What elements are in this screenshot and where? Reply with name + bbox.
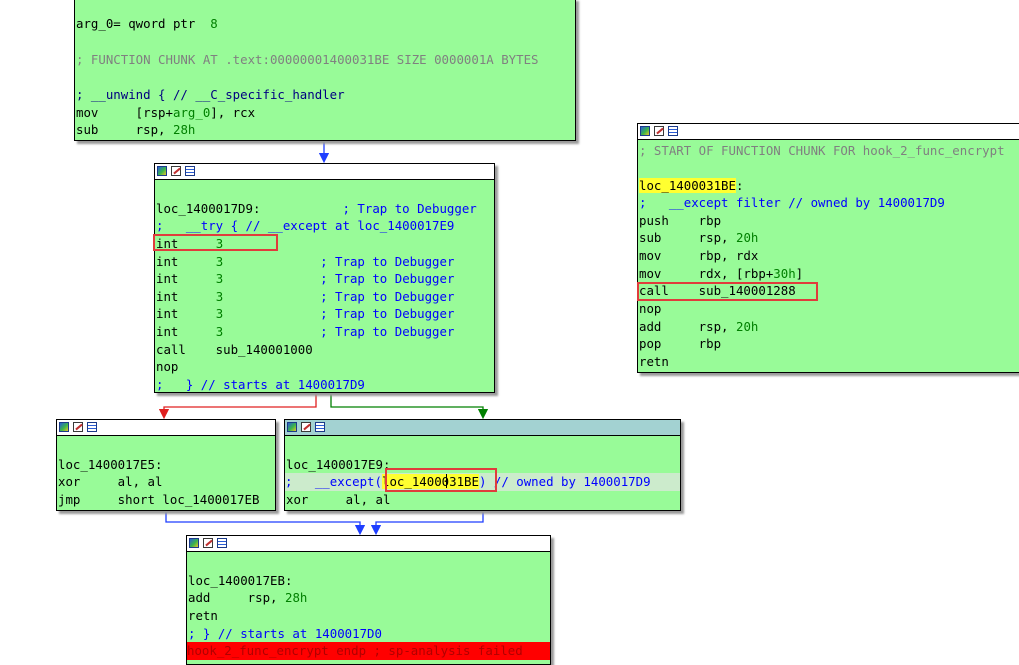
instr-mov[interactable]: mov [rsp+arg_0], rcx bbox=[76, 104, 255, 122]
instr-int3-5[interactable]: int 3 ; Trap to Debugger bbox=[156, 305, 454, 323]
label-loc-1400017EB[interactable]: loc_1400017EB: bbox=[188, 572, 292, 590]
block-loc-1400017E9[interactable]: loc_1400017E9: ; __except(loc_1400031BE)… bbox=[284, 419, 681, 511]
arg0-declaration: arg_0= qword ptr 8 bbox=[76, 16, 218, 31]
instr-retn[interactable]: retn bbox=[188, 607, 218, 625]
edge-e9-to-eb bbox=[370, 511, 484, 536]
unwind-end-comment: ; } // starts at 1400017D0 bbox=[188, 626, 382, 641]
chunk-start-comment: ; START OF FUNCTION CHUNK FOR hook_2_fun… bbox=[639, 143, 1005, 158]
instr-xor-al[interactable]: xor al, al bbox=[286, 491, 390, 509]
edge-try-to-e5 bbox=[158, 393, 317, 420]
block-header bbox=[155, 164, 494, 180]
graph-color-icon[interactable] bbox=[59, 422, 69, 432]
text-cursor bbox=[446, 474, 447, 488]
try-end-comment: ; } // starts at 1400017D9 bbox=[156, 377, 365, 392]
listing-icon[interactable] bbox=[315, 422, 325, 432]
instr-retn[interactable]: retn bbox=[639, 353, 669, 371]
block-loc-1400017D9[interactable]: loc_1400017D9: ; Trap to Debugger ; __tr… bbox=[154, 163, 495, 393]
block-header bbox=[57, 420, 275, 436]
edit-icon[interactable] bbox=[203, 538, 213, 548]
instr-add-rsp[interactable]: add rsp, 20h bbox=[639, 318, 758, 336]
instr-int3-2[interactable]: int 3 ; Trap to Debugger bbox=[156, 253, 454, 271]
edit-icon[interactable] bbox=[654, 126, 664, 136]
block-function-chunk-1400031BE[interactable]: ; START OF FUNCTION CHUNK FOR hook_2_fun… bbox=[637, 123, 1019, 373]
highlight-box-call-sub-140001288 bbox=[637, 282, 818, 301]
function-chunk-comment: ; FUNCTION CHUNK AT .text:00000001400031… bbox=[76, 52, 539, 67]
instr-jmp-short[interactable]: jmp short loc_1400017EB bbox=[58, 491, 259, 509]
try-comment: ; __try { // __except at loc_1400017E9 bbox=[156, 218, 455, 233]
graph-color-icon[interactable] bbox=[287, 422, 297, 432]
instr-push-rbp[interactable]: push rbp bbox=[639, 212, 721, 230]
edit-icon[interactable] bbox=[301, 422, 311, 432]
instr-xor-al[interactable]: xor al, al bbox=[58, 473, 162, 491]
instr-sub-rsp[interactable]: sub rsp, 20h bbox=[639, 229, 758, 247]
edit-icon[interactable] bbox=[171, 166, 181, 176]
listing-icon[interactable] bbox=[217, 538, 227, 548]
label-loc-1400017E9[interactable]: loc_1400017E9: bbox=[286, 456, 390, 474]
listing-icon[interactable] bbox=[185, 166, 195, 176]
graph-color-icon[interactable] bbox=[640, 126, 650, 136]
edge-e5-to-eb bbox=[165, 511, 366, 536]
except-filter-comment: ; __except filter // owned by 1400017D9 bbox=[639, 195, 945, 210]
listing-icon[interactable] bbox=[87, 422, 97, 432]
block-loc-1400017E5[interactable]: loc_1400017E5: xor al, al jmp short loc_… bbox=[56, 419, 276, 511]
listing-icon[interactable] bbox=[668, 126, 678, 136]
edit-icon[interactable] bbox=[73, 422, 83, 432]
instr-int3-3[interactable]: int 3 ; Trap to Debugger bbox=[156, 270, 454, 288]
highlight-box-except-target bbox=[385, 468, 497, 492]
highlight-box-int3 bbox=[153, 234, 278, 251]
endp-sp-analysis-failed[interactable]: hook_2_func_encrypt endp ; sp-analysis f… bbox=[187, 642, 550, 660]
graph-color-icon[interactable] bbox=[189, 538, 199, 548]
instr-sub[interactable]: sub rsp, 28h bbox=[76, 121, 195, 139]
graph-color-icon[interactable] bbox=[157, 166, 167, 176]
block-function-entry[interactable]: arg_0= qword ptr 8 ; FUNCTION CHUNK AT .… bbox=[74, 0, 576, 141]
block-header bbox=[638, 124, 1019, 140]
block-header bbox=[187, 536, 550, 552]
instr-mov-rdx[interactable]: mov rdx, [rbp+30h] bbox=[639, 265, 803, 283]
unwind-comment: ; __unwind { // __C_specific_handler bbox=[76, 87, 345, 102]
block-header-selected bbox=[285, 420, 680, 436]
label-loc-1400017E5[interactable]: loc_1400017E5: bbox=[58, 456, 162, 474]
instr-int3-4[interactable]: int 3 ; Trap to Debugger bbox=[156, 288, 454, 306]
instr-call-sub-140001000[interactable]: call sub_140001000 bbox=[156, 341, 313, 359]
label-loc-1400031BE[interactable]: loc_1400031BE: bbox=[639, 177, 743, 195]
label-loc-1400017D9[interactable]: loc_1400017D9: ; Trap to Debugger bbox=[156, 200, 477, 218]
instr-nop[interactable]: nop bbox=[156, 358, 178, 376]
instr-int3-6[interactable]: int 3 ; Trap to Debugger bbox=[156, 323, 454, 341]
instr-pop-rbp[interactable]: pop rbp bbox=[639, 335, 721, 353]
instr-mov-rbp[interactable]: mov rbp, rdx bbox=[639, 247, 758, 265]
edge-try-to-e9 bbox=[330, 393, 489, 420]
block-loc-1400017EB[interactable]: loc_1400017EB: add rsp, 28h retn ; } // … bbox=[186, 535, 551, 665]
instr-add-rsp[interactable]: add rsp, 28h bbox=[188, 589, 307, 607]
instr-nop[interactable]: nop bbox=[639, 300, 661, 318]
